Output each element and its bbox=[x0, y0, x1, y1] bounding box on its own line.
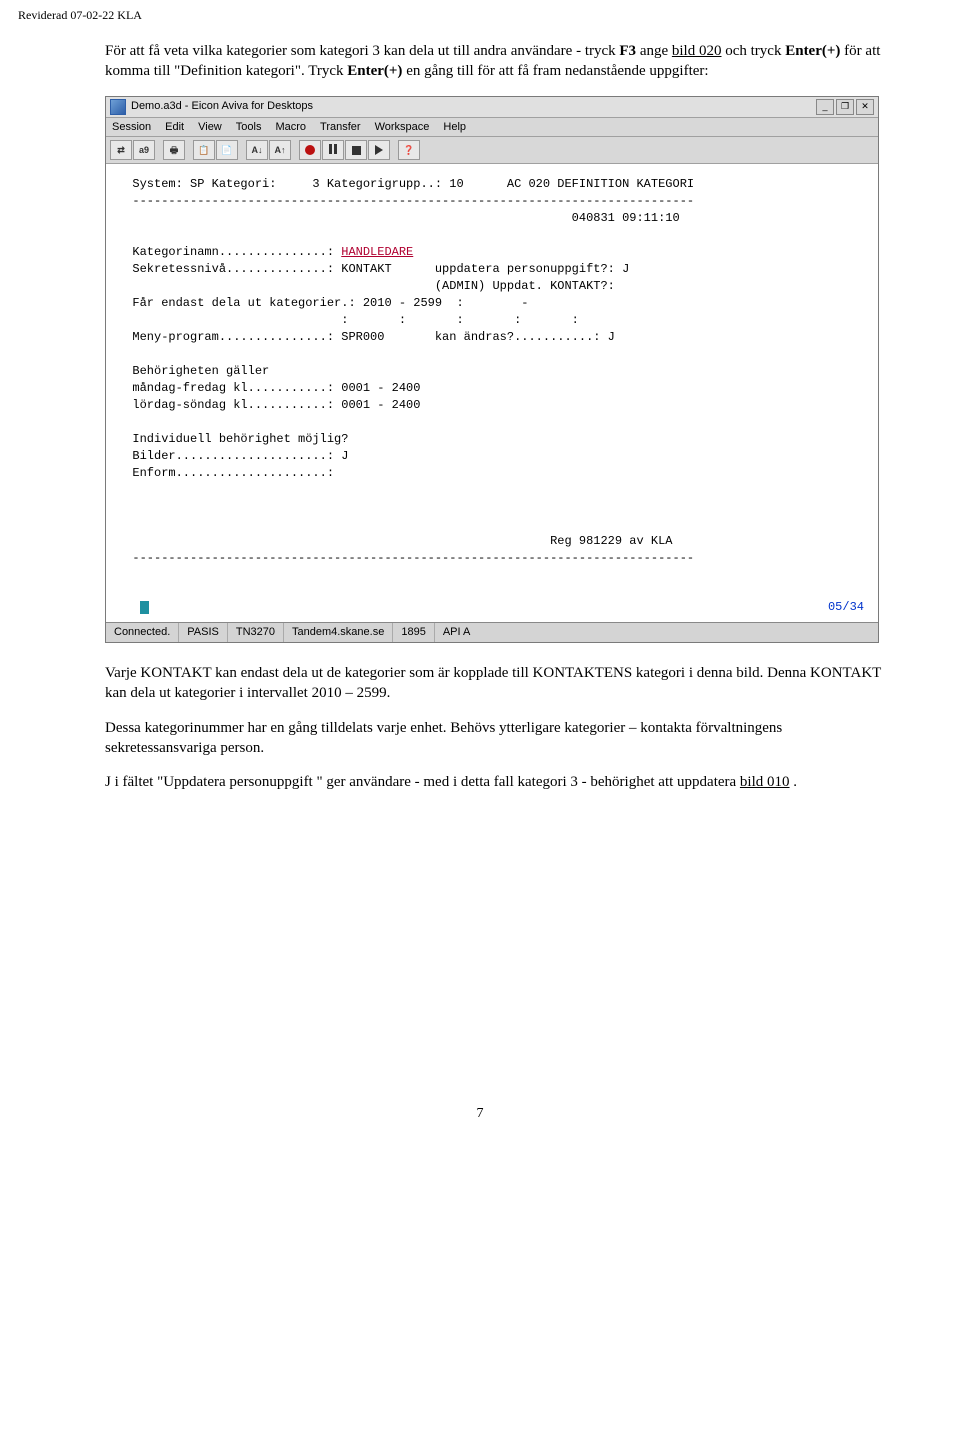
t-l2e: : : : : : bbox=[118, 313, 579, 327]
p1-enter2: Enter(+) bbox=[347, 63, 402, 79]
maximize-button[interactable]: ❐ bbox=[836, 99, 854, 115]
app-window: Demo.a3d - Eicon Aviva for Desktops _ ❐ … bbox=[105, 96, 879, 644]
t-l3b: måndag-fredag kl...........: 0001 - 2400 bbox=[118, 381, 420, 395]
p4-pre: J i fältet "Uppdatera personuppgift " ge… bbox=[105, 774, 740, 790]
stop-icon bbox=[352, 146, 361, 155]
paragraph-4: J i fältet "Uppdatera personuppgift " ge… bbox=[105, 772, 890, 792]
paragraph-2: Varje KONTAKT kan endast dela ut de kate… bbox=[105, 663, 890, 704]
p4-bild010-link: bild 010 bbox=[740, 774, 790, 790]
t-l4c: Enform.....................: bbox=[118, 466, 334, 480]
cursor-icon bbox=[140, 601, 149, 614]
p1-bild020-link: bild 020 bbox=[672, 43, 722, 59]
tb-record-button[interactable] bbox=[299, 140, 321, 160]
menubar: Session Edit View Tools Macro Transfer W… bbox=[106, 118, 878, 138]
app-icon bbox=[110, 99, 126, 115]
t-l1a: System: SP Kategori: 3 Kategorigrupp..: … bbox=[118, 177, 694, 191]
minimize-button[interactable]: _ bbox=[816, 99, 834, 115]
tb-btn-3[interactable]: 🖶 bbox=[163, 140, 185, 160]
p1-end: en gång till för att få fram nedanståend… bbox=[402, 63, 708, 79]
menu-workspace[interactable]: Workspace bbox=[375, 120, 430, 135]
tb-btn-1[interactable]: ⇄ bbox=[110, 140, 132, 160]
tb-btn-5[interactable]: 📄 bbox=[216, 140, 238, 160]
t-l6: ----------------------------------------… bbox=[118, 551, 694, 565]
statusbar: Connected. PASIS TN3270 Tandem4.skane.se… bbox=[106, 622, 878, 642]
t-l2f: Meny-program...............: SPR000 kan … bbox=[118, 330, 615, 344]
page-number: 7 bbox=[0, 846, 960, 1142]
menu-transfer[interactable]: Transfer bbox=[320, 120, 361, 135]
tb-font-down[interactable]: A↓ bbox=[246, 140, 268, 160]
menu-session[interactable]: Session bbox=[112, 120, 151, 135]
paragraph-1: För att få veta vilka kategorier som kat… bbox=[105, 41, 890, 82]
menu-view[interactable]: View bbox=[198, 120, 222, 135]
status-connected: Connected. bbox=[106, 623, 179, 642]
p1-mid2: och tryck bbox=[721, 43, 785, 59]
t-l4a: Individuell behörighet möjlig? bbox=[118, 432, 348, 446]
p1-text-pre: För att få veta vilka kategorier som kat… bbox=[105, 43, 619, 59]
p1-enter: Enter(+) bbox=[785, 43, 840, 59]
page-revision-header: Reviderad 07-02-22 KLA bbox=[0, 0, 960, 23]
terminal-screen[interactable]: System: SP Kategori: 3 Kategorigrupp..: … bbox=[106, 164, 878, 622]
tb-pause-button[interactable] bbox=[322, 140, 344, 160]
t-l4b: Bilder.....................: J bbox=[118, 449, 348, 463]
window-buttons: _ ❐ ✕ bbox=[816, 99, 874, 115]
pause-icon bbox=[329, 144, 337, 157]
close-button[interactable]: ✕ bbox=[856, 99, 874, 115]
document-body: För att få veta vilka kategorier som kat… bbox=[0, 23, 960, 846]
tb-btn-4[interactable]: 📋 bbox=[193, 140, 215, 160]
menu-tools[interactable]: Tools bbox=[236, 120, 262, 135]
menu-macro[interactable]: Macro bbox=[275, 120, 306, 135]
titlebar: Demo.a3d - Eicon Aviva for Desktops _ ❐ … bbox=[106, 97, 878, 118]
record-icon bbox=[305, 145, 315, 155]
toolbar: ⇄ a9 🖶 📋 📄 A↓ A↑ ❓ bbox=[106, 137, 878, 164]
t-l5: Reg 981229 av KLA bbox=[118, 534, 673, 548]
paragraph-3: Dessa kategorinummer har en gång tilldel… bbox=[105, 718, 890, 759]
menu-help[interactable]: Help bbox=[443, 120, 466, 135]
t-l3a: Behörigheten gäller bbox=[118, 364, 269, 378]
tb-play-button[interactable] bbox=[368, 140, 390, 160]
p4-post: . bbox=[790, 774, 798, 790]
status-sys: PASIS bbox=[179, 623, 228, 642]
t-l1c: 040831 09:11:10 bbox=[118, 211, 680, 225]
t-l3c: lördag-söndag kl...........: 0001 - 2400 bbox=[118, 398, 420, 412]
terminal-cursor-row bbox=[118, 599, 149, 616]
t-kategorinamn-value: HANDLEDARE bbox=[341, 245, 413, 259]
status-term: TN3270 bbox=[228, 623, 284, 642]
status-host: Tandem4.skane.se bbox=[284, 623, 393, 642]
status-port: 1895 bbox=[393, 623, 434, 642]
tb-btn-2[interactable]: a9 bbox=[133, 140, 155, 160]
t-l2b: Sekretessnivå..............: KONTAKT upp… bbox=[118, 262, 629, 276]
tb-stop-button[interactable] bbox=[345, 140, 367, 160]
t-l2d: Får endast dela ut kategorier.: 2010 - 2… bbox=[118, 296, 528, 310]
menu-edit[interactable]: Edit bbox=[165, 120, 184, 135]
tb-font-up[interactable]: A↑ bbox=[269, 140, 291, 160]
status-api: API A bbox=[435, 623, 479, 642]
t-l2a: Kategorinamn...............: bbox=[118, 245, 341, 259]
terminal-page-indicator: 05/34 bbox=[828, 599, 864, 616]
t-l1b: ----------------------------------------… bbox=[118, 194, 694, 208]
tb-help-button[interactable]: ❓ bbox=[398, 140, 420, 160]
t-l2c: (ADMIN) Uppdat. KONTAKT?: bbox=[118, 279, 615, 293]
p1-mid1: ange bbox=[636, 43, 672, 59]
play-icon bbox=[375, 145, 383, 155]
window-title: Demo.a3d - Eicon Aviva for Desktops bbox=[131, 99, 313, 114]
p1-f3: F3 bbox=[619, 43, 636, 59]
